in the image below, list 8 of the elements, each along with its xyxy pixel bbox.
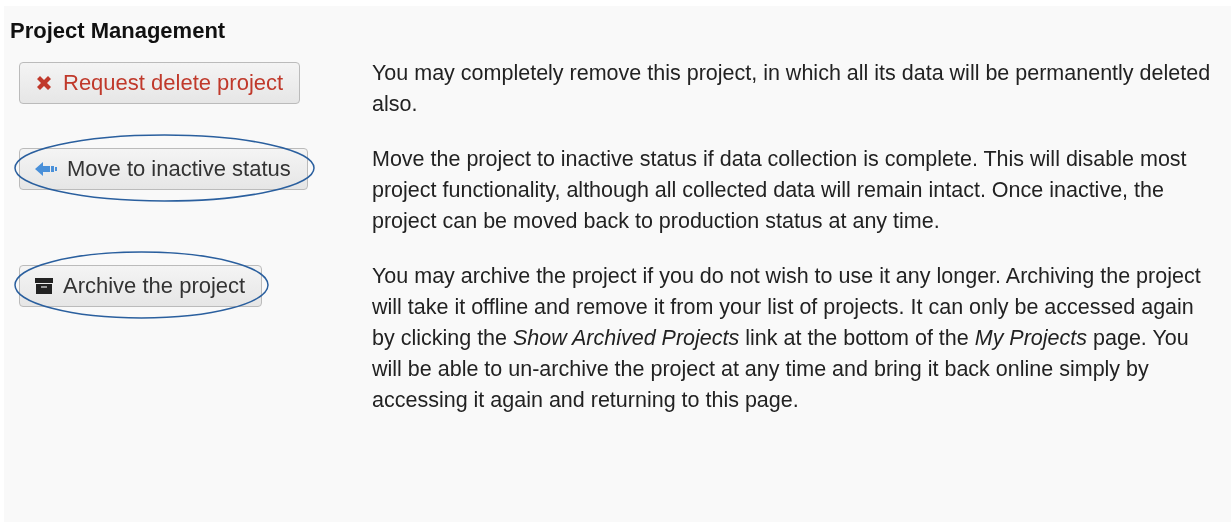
description-text: You may archive the project if you do not wish to use it any longer. Archiving the project will take it offline and remove it from your list of projects. It can only be accessed again by clicking the Show Archived Projects link at the bottom of the My Projects page. You will be able to un-archive the project at any time and bring it back online simply by accessing it again and returning to this page. xyxy=(372,263,1202,415)
description-text: Move the project to inactive status if data collection is complete. This will disable most project functionality, although all collected data will remain intact. Once inactive, the project can be moved back to production status at any time. xyxy=(372,146,1188,236)
delete-button[interactable]: Request delete project xyxy=(19,62,301,105)
archive-box-icon xyxy=(34,276,54,297)
archive-button[interactable]: Archive the project xyxy=(19,265,263,308)
description-text: You may completely remove this project, in which all its data will be permanently deleted also. xyxy=(372,60,1212,119)
section-title: Project Management xyxy=(10,18,227,45)
arrow-icon xyxy=(34,160,58,179)
